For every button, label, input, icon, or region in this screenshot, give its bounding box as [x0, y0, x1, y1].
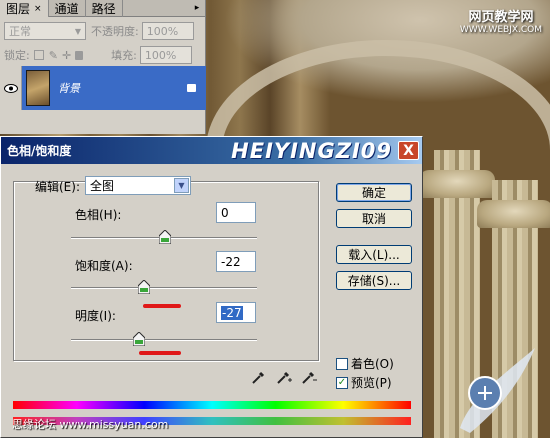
spectrum-bar-top — [13, 401, 411, 409]
edit-label: 编辑(E): — [35, 180, 80, 194]
close-button[interactable]: X — [398, 141, 419, 160]
saturation-slider-thumb[interactable] — [138, 280, 150, 294]
colorize-checkbox[interactable]: 着色(O) — [336, 355, 394, 372]
lightness-value: -27 — [221, 305, 243, 320]
layer-thumbnail — [26, 70, 50, 106]
eyedropper-minus-icon[interactable] — [301, 369, 317, 385]
annotation-underline-saturation — [143, 304, 181, 308]
panel-menu-icon[interactable]: ▸ — [189, 0, 205, 16]
colorize-label: 着色(O) — [351, 357, 394, 371]
tab-channels[interactable]: 通道 — [49, 0, 86, 17]
save-button[interactable]: 存储(S)... — [336, 271, 412, 290]
panel-tabs: 图层 × 通道 路径 ▸ — [0, 0, 205, 17]
dialog-titlebar[interactable]: 色相/饱和度 HEIYINGZI09 X — [1, 137, 422, 164]
watermark-bottom: 思缘论坛 www.missyuan.com — [12, 418, 169, 431]
tab-paths[interactable]: 路径 — [86, 0, 123, 17]
lightness-slider-track[interactable] — [71, 339, 257, 341]
fill-field[interactable]: 100% — [139, 46, 192, 64]
opacity-field[interactable]: 100% — [141, 22, 194, 40]
annotation-underline-lightness — [139, 351, 181, 355]
lock-transparent-icon[interactable] — [33, 50, 44, 60]
lock-label: 锁定: — [4, 49, 30, 62]
tab-close-icon[interactable]: × — [34, 4, 42, 14]
ok-button[interactable]: 确定 — [336, 183, 412, 202]
lock-move-icon[interactable]: ✛ — [62, 49, 71, 62]
tab-layers-label: 图层 — [6, 2, 31, 16]
lock-all-icon[interactable] — [75, 50, 84, 60]
blend-row: 正常 ▼ 不透明度: 100% — [4, 22, 194, 40]
title-brand: HEIYINGZI09 — [231, 138, 392, 163]
chevron-down-icon[interactable]: ▼ — [174, 178, 189, 193]
watermark-top: 网页教学网 WWW.WEBJX.COM — [460, 6, 542, 35]
column-capital-left — [419, 170, 495, 198]
lightness-slider-thumb[interactable] — [133, 332, 145, 346]
wing-logo-icon — [460, 348, 535, 433]
colorize-box[interactable] — [336, 357, 348, 370]
tab-channels-label: 通道 — [54, 2, 79, 16]
hue-value: 0 — [221, 205, 229, 220]
lightness-field[interactable]: -27 — [216, 302, 256, 323]
saturation-value: -22 — [221, 254, 241, 269]
edit-select-value: 全图 — [90, 179, 115, 193]
watermark-url: WWW.WEBJX.COM — [459, 25, 542, 35]
saturation-label: 饱和度(A): — [75, 259, 133, 273]
lightness-label: 明度(I): — [75, 309, 116, 323]
chevron-down-icon: ▼ — [74, 26, 81, 36]
preview-checkbox[interactable]: ✓ 预览(P) — [336, 374, 392, 391]
lock-paint-icon[interactable]: ✎ — [49, 49, 58, 62]
fill-value: 100% — [144, 48, 177, 62]
saturation-slider-track[interactable] — [71, 287, 257, 289]
hue-label: 色相(H): — [75, 208, 122, 222]
layer-name: 背景 — [58, 82, 80, 95]
column-capital-right — [477, 200, 550, 228]
saturation-field[interactable]: -22 — [216, 251, 256, 272]
dialog-title: 色相/饱和度 — [7, 144, 72, 158]
hue-field[interactable]: 0 — [216, 202, 256, 223]
preview-box[interactable]: ✓ — [336, 376, 348, 389]
arch-decoration — [206, 40, 550, 150]
eye-icon[interactable] — [0, 66, 22, 110]
tab-paths-label: 路径 — [91, 2, 116, 16]
eyedropper-plus-icon[interactable] — [276, 369, 292, 385]
hue-saturation-dialog: 色相/饱和度 HEIYINGZI09 X 编辑(E): 全图 ▼ 色相(H): … — [0, 136, 423, 438]
load-button[interactable]: 载入(L)... — [336, 245, 412, 264]
blend-mode-select[interactable]: 正常 ▼ — [4, 22, 86, 40]
tab-layers[interactable]: 图层 × — [0, 0, 49, 17]
layers-panel: 图层 × 通道 路径 ▸ 正常 ▼ 不透明度: 100% 锁定: ✎ ✛ 填充:… — [0, 0, 206, 134]
lock-row: 锁定: ✎ ✛ 填充: 100% — [4, 46, 192, 64]
cancel-button[interactable]: 取消 — [336, 209, 412, 228]
fill-label: 填充: — [111, 49, 137, 62]
preview-label: 预览(P) — [351, 376, 392, 390]
blend-mode-value: 正常 — [9, 25, 31, 38]
watermark-title: 网页教学网 — [468, 10, 534, 25]
layer-lock-icon — [187, 84, 196, 92]
opacity-value: 100% — [146, 24, 179, 38]
hue-slider-thumb[interactable] — [159, 230, 171, 244]
opacity-label: 不透明度: — [91, 25, 139, 38]
layer-row-background[interactable]: 背景 — [0, 66, 206, 110]
edit-select[interactable]: 全图 ▼ — [85, 176, 191, 195]
eyedropper-icon[interactable] — [251, 369, 267, 385]
adjust-group — [13, 181, 319, 361]
layer-selected[interactable]: 背景 — [22, 66, 206, 110]
